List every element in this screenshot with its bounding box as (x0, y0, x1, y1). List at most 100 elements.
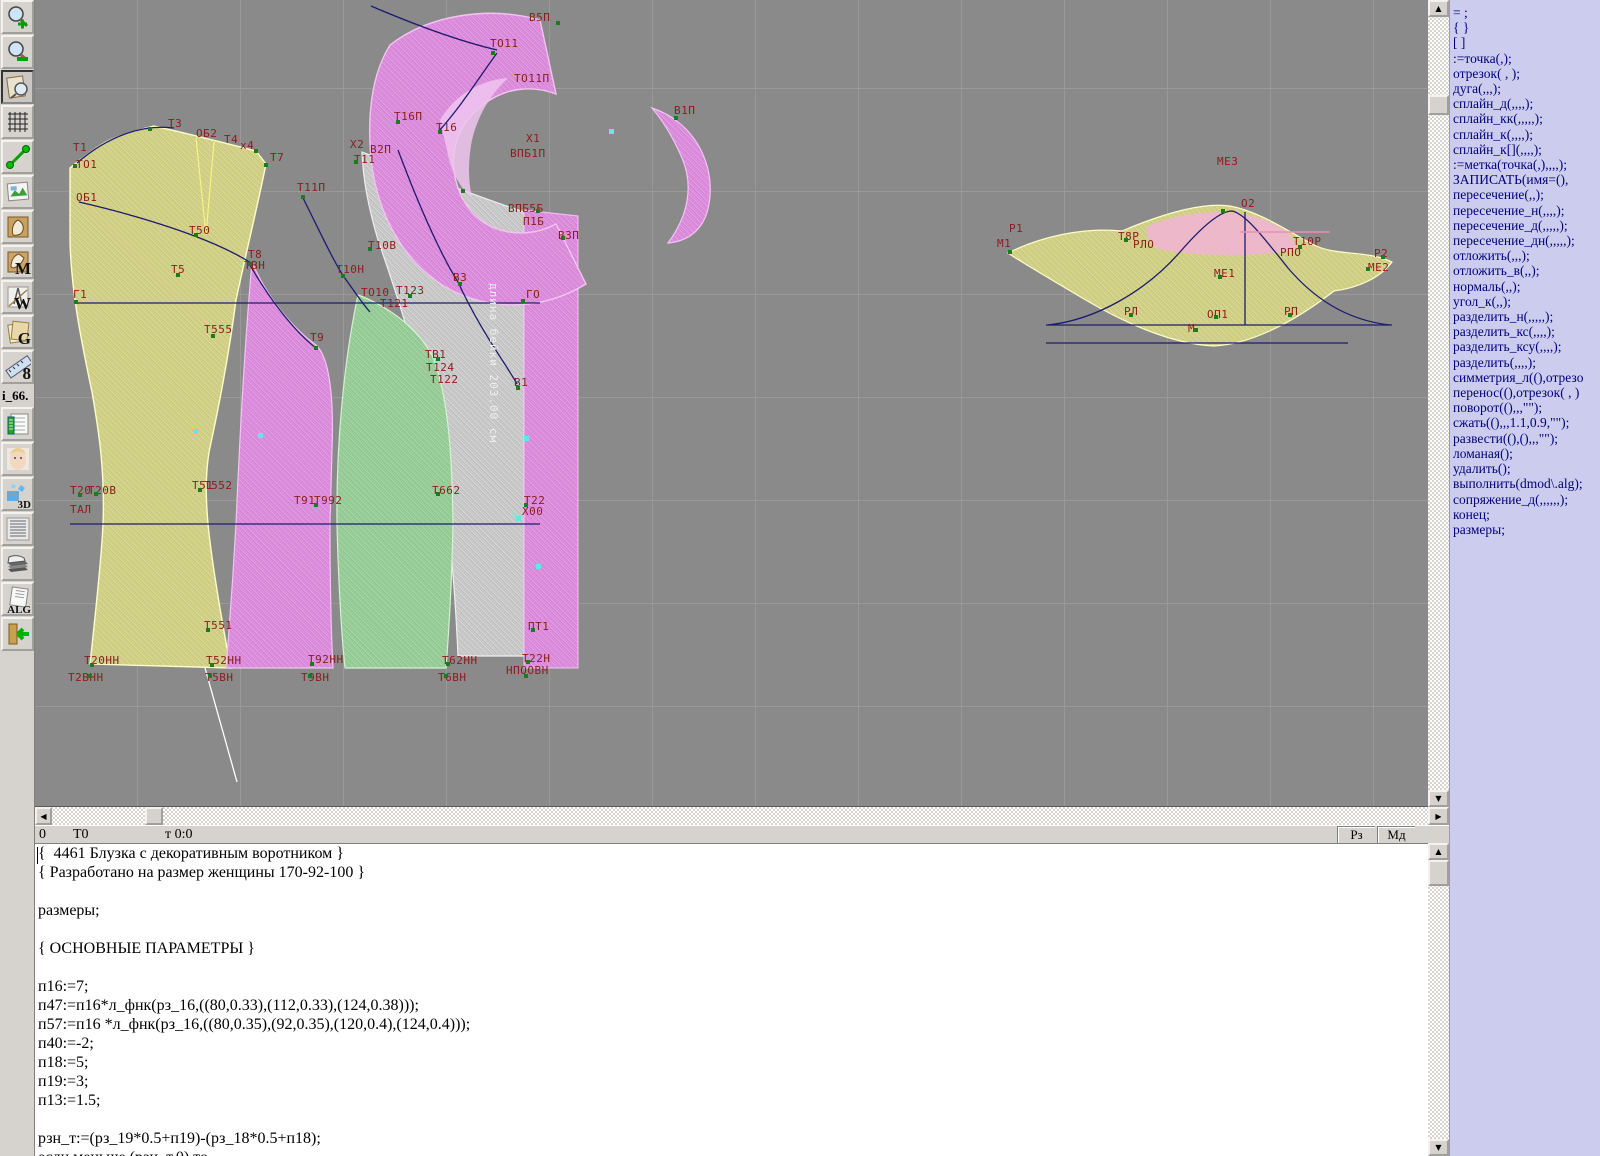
pattern-m-icon[interactable]: M (1, 245, 34, 279)
construction-point[interactable] (516, 386, 520, 390)
editor-line[interactable]: п19:=3; (35, 1072, 1428, 1091)
construction-point[interactable] (88, 674, 92, 678)
selected-point[interactable] (536, 564, 541, 569)
construction-point[interactable] (674, 116, 678, 120)
construction-point[interactable] (436, 357, 440, 361)
command-item[interactable]: отложить_в(,,); (1450, 263, 1600, 278)
catalog-g-icon[interactable]: G (1, 315, 34, 349)
selected-point[interactable] (193, 429, 198, 434)
construction-point[interactable] (1221, 209, 1225, 213)
command-item[interactable]: перенос((),отрезок( , ) (1450, 385, 1600, 400)
editor-line[interactable]: { Разработано на размер женщины 170-92-1… (35, 863, 1428, 882)
editor-line[interactable]: п13:=1.5; (35, 1091, 1428, 1110)
editor-line[interactable]: п47:=п16*л_фнк(рз_16,((80,0.33),(112,0.3… (35, 996, 1428, 1015)
command-item[interactable]: = ; (1450, 5, 1600, 20)
selected-point[interactable] (516, 516, 521, 521)
editor-scroll-thumb[interactable] (1428, 860, 1449, 886)
construction-point[interactable] (458, 282, 462, 286)
construction-point[interactable] (354, 160, 358, 164)
construction-point[interactable] (396, 120, 400, 124)
zoom-out-icon[interactable] (1, 35, 34, 69)
horizontal-scroll-thumb[interactable] (145, 807, 163, 825)
construction-point[interactable] (208, 674, 212, 678)
construction-point[interactable] (254, 149, 258, 153)
construction-point[interactable] (524, 674, 528, 678)
chart-document-icon[interactable] (1, 407, 34, 441)
command-item[interactable]: разделить_ксу(,,,,); (1450, 339, 1600, 354)
construction-point[interactable] (78, 493, 82, 497)
construction-point[interactable] (176, 273, 180, 277)
command-item[interactable]: отложить(,,,); (1450, 248, 1600, 263)
construction-point[interactable] (524, 503, 528, 507)
command-item[interactable]: ломаная(); (1450, 446, 1600, 461)
command-item[interactable]: размеры; (1450, 522, 1600, 537)
construction-point[interactable] (438, 130, 442, 134)
construction-point[interactable] (444, 674, 448, 678)
command-item[interactable]: симметрия_л((),отрезо (1450, 370, 1600, 385)
command-item[interactable]: разделить(,,,,); (1450, 355, 1600, 370)
measure-icon[interactable] (1, 140, 34, 174)
scroll-down-icon[interactable]: ▼ (1428, 1139, 1449, 1156)
construction-point[interactable] (73, 164, 77, 168)
construction-point[interactable] (461, 189, 465, 193)
selected-point[interactable] (258, 433, 263, 438)
command-item[interactable]: угол_к(,,); (1450, 294, 1600, 309)
editor-line[interactable]: п16:=7; (35, 977, 1428, 996)
command-item[interactable]: разделить_кс(,,,,); (1450, 324, 1600, 339)
command-item[interactable]: отрезок( , ); (1450, 66, 1600, 81)
command-item[interactable]: пересечение(,,); (1450, 187, 1600, 202)
books-icon[interactable] (1, 547, 34, 581)
scroll-up-icon[interactable]: ▲ (1428, 843, 1449, 860)
construction-point[interactable] (94, 492, 98, 496)
editor-line[interactable]: п40:=-2; (35, 1034, 1428, 1053)
construction-point[interactable] (561, 236, 565, 240)
command-item[interactable]: разделить_н(,,,,,); (1450, 309, 1600, 324)
md-button[interactable]: Мд (1377, 826, 1415, 844)
scroll-down-icon[interactable]: ▼ (1428, 790, 1449, 807)
editor-line[interactable]: рзн_т:=(рз_19*0.5+п19)-(рз_18*0.5+п18); (35, 1129, 1428, 1148)
construction-point[interactable] (341, 274, 345, 278)
construction-point[interactable] (206, 628, 210, 632)
command-item[interactable]: нормаль(,,); (1450, 279, 1600, 294)
vertical-scroll-thumb[interactable] (1428, 95, 1449, 115)
construction-point[interactable] (1124, 238, 1128, 242)
command-item[interactable]: :=метка(точка(,),,,,); (1450, 157, 1600, 172)
command-item[interactable]: удалить(); (1450, 461, 1600, 476)
construction-point[interactable] (74, 300, 78, 304)
command-item[interactable]: ЗАПИСАТЬ(имя=(), (1450, 172, 1600, 187)
construction-point[interactable] (1214, 315, 1218, 319)
construction-point[interactable] (1194, 328, 1198, 332)
command-item[interactable]: сплайн_к[](,,,,); (1450, 142, 1600, 157)
text-list-icon[interactable] (1, 512, 34, 546)
threed-icon[interactable]: 3D (1, 477, 34, 511)
pattern-canvas[interactable]: Т1 ТО1 ОБ1 Т3 ОБ2 Т4 х4 Т7 Т11П Т50 Т5 Т8 ТВН Г1 Т555 Т… (35, 0, 1428, 807)
construction-point[interactable] (314, 346, 318, 350)
command-item[interactable]: выполнить(dmod\.alg); (1450, 476, 1600, 491)
selected-point[interactable] (524, 436, 529, 441)
command-item[interactable]: сжать((),,,1.1,0.9,""); (1450, 415, 1600, 430)
preview-icon[interactable] (1, 70, 34, 104)
editor-line[interactable]: { 4461 Блузка с декоративным воротником … (35, 844, 1428, 863)
drawing-tools-icon[interactable]: W (1, 280, 34, 314)
editor-line[interactable]: если меньше (рзн_т,0) то (35, 1148, 1428, 1156)
command-item[interactable]: [ ] (1450, 35, 1600, 50)
command-item[interactable]: конец; (1450, 507, 1600, 522)
construction-point[interactable] (314, 503, 318, 507)
construction-point[interactable] (211, 334, 215, 338)
zoom-in-icon[interactable] (1, 0, 34, 34)
construction-point[interactable] (90, 663, 94, 667)
construction-point[interactable] (264, 163, 268, 167)
construction-point[interactable] (521, 299, 525, 303)
editor-vertical-scrollbar[interactable]: ▲ ▼ (1428, 843, 1449, 1156)
exit-arrow-icon[interactable] (1, 617, 34, 651)
command-item[interactable]: :=точка(,); (1450, 51, 1600, 66)
canvas-vertical-scrollbar[interactable]: ▲ ▼ (1428, 0, 1449, 807)
command-item[interactable]: сплайн_кк(,,,,,); (1450, 111, 1600, 126)
canvas-horizontal-scrollbar[interactable]: ◀ (35, 807, 1428, 825)
rz-button[interactable]: Рз (1337, 826, 1375, 844)
construction-point[interactable] (1288, 313, 1292, 317)
editor-line[interactable] (35, 958, 1428, 977)
editor-line[interactable]: п18:=5; (35, 1053, 1428, 1072)
scroll-left-icon[interactable]: ◀ (35, 807, 52, 825)
construction-point[interactable] (194, 233, 198, 237)
